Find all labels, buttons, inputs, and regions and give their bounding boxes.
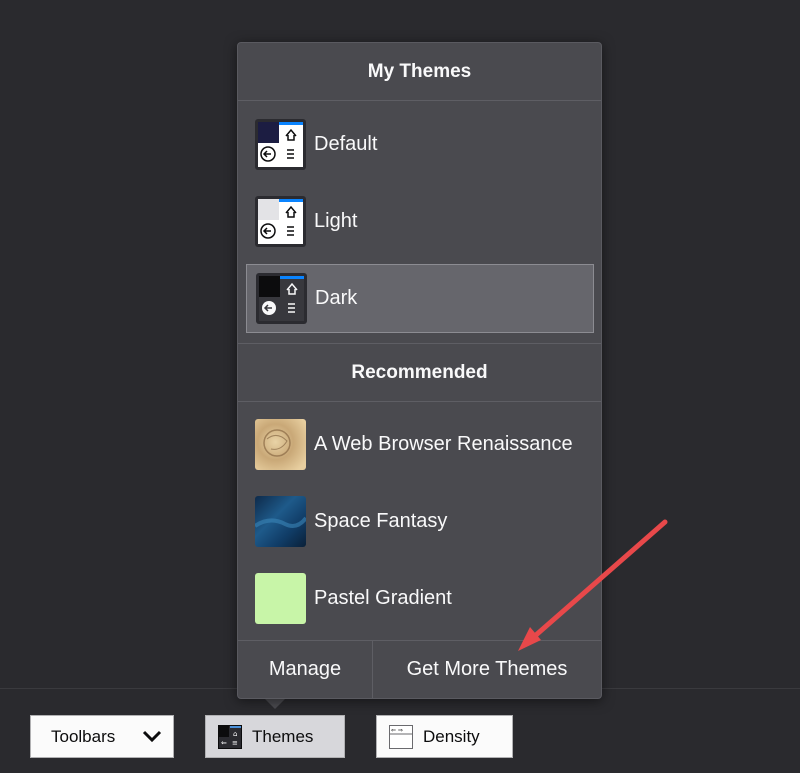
chevron-down-icon xyxy=(142,730,162,743)
svg-text:≡: ≡ xyxy=(232,739,238,747)
space-fantasy-thumbnail xyxy=(255,496,306,547)
theme-light-icon xyxy=(255,196,306,247)
toolbars-dropdown[interactable]: Toolbars xyxy=(30,715,174,758)
svg-text:⇐ ⇒: ⇐ ⇒ xyxy=(391,727,403,734)
themes-label: Themes xyxy=(252,726,314,746)
density-button[interactable]: ⇐ ⇒ Density xyxy=(376,715,513,758)
theme-default-icon xyxy=(255,119,306,170)
theme-label-light: Light xyxy=(314,210,358,232)
manage-button[interactable]: Manage xyxy=(238,641,373,698)
theme-item-default[interactable]: Default xyxy=(246,110,594,179)
theme-icon: ⌂ ⇐ ≡ xyxy=(218,724,242,749)
theme-item-light[interactable]: Light xyxy=(246,187,594,256)
svg-text:⇐: ⇐ xyxy=(221,739,227,747)
theme-item-renaissance[interactable]: A Web Browser Renaissance xyxy=(246,410,594,479)
theme-label-default: Default xyxy=(314,133,378,155)
density-label: Density xyxy=(423,726,480,746)
theme-label-renaissance: A Web Browser Renaissance xyxy=(314,433,573,455)
theme-label-space-fantasy: Space Fantasy xyxy=(314,510,448,532)
toolbars-label: Toolbars xyxy=(51,726,116,746)
themes-button[interactable]: ⌂ ⇐ ≡ Themes xyxy=(205,715,345,758)
theme-dark-icon xyxy=(256,273,307,324)
themes-popup: My Themes Default Light Dark Recommended… xyxy=(237,42,602,699)
density-icon: ⇐ ⇒ xyxy=(389,724,413,749)
renaissance-thumbnail xyxy=(255,419,306,470)
popup-arrow xyxy=(264,698,286,709)
recommended-header: Recommended xyxy=(238,343,601,402)
theme-item-space-fantasy[interactable]: Space Fantasy xyxy=(246,487,594,556)
svg-text:⌂: ⌂ xyxy=(233,730,237,738)
theme-item-pastel-gradient[interactable]: Pastel Gradient xyxy=(246,564,594,633)
pastel-gradient-thumbnail xyxy=(255,573,306,624)
theme-label-dark: Dark xyxy=(315,287,358,309)
theme-item-dark[interactable]: Dark xyxy=(246,264,594,333)
my-themes-header: My Themes xyxy=(238,43,601,101)
popup-footer: Manage Get More Themes xyxy=(238,640,601,698)
get-more-themes-button[interactable]: Get More Themes xyxy=(373,641,601,698)
theme-label-pastel-gradient: Pastel Gradient xyxy=(314,587,452,609)
